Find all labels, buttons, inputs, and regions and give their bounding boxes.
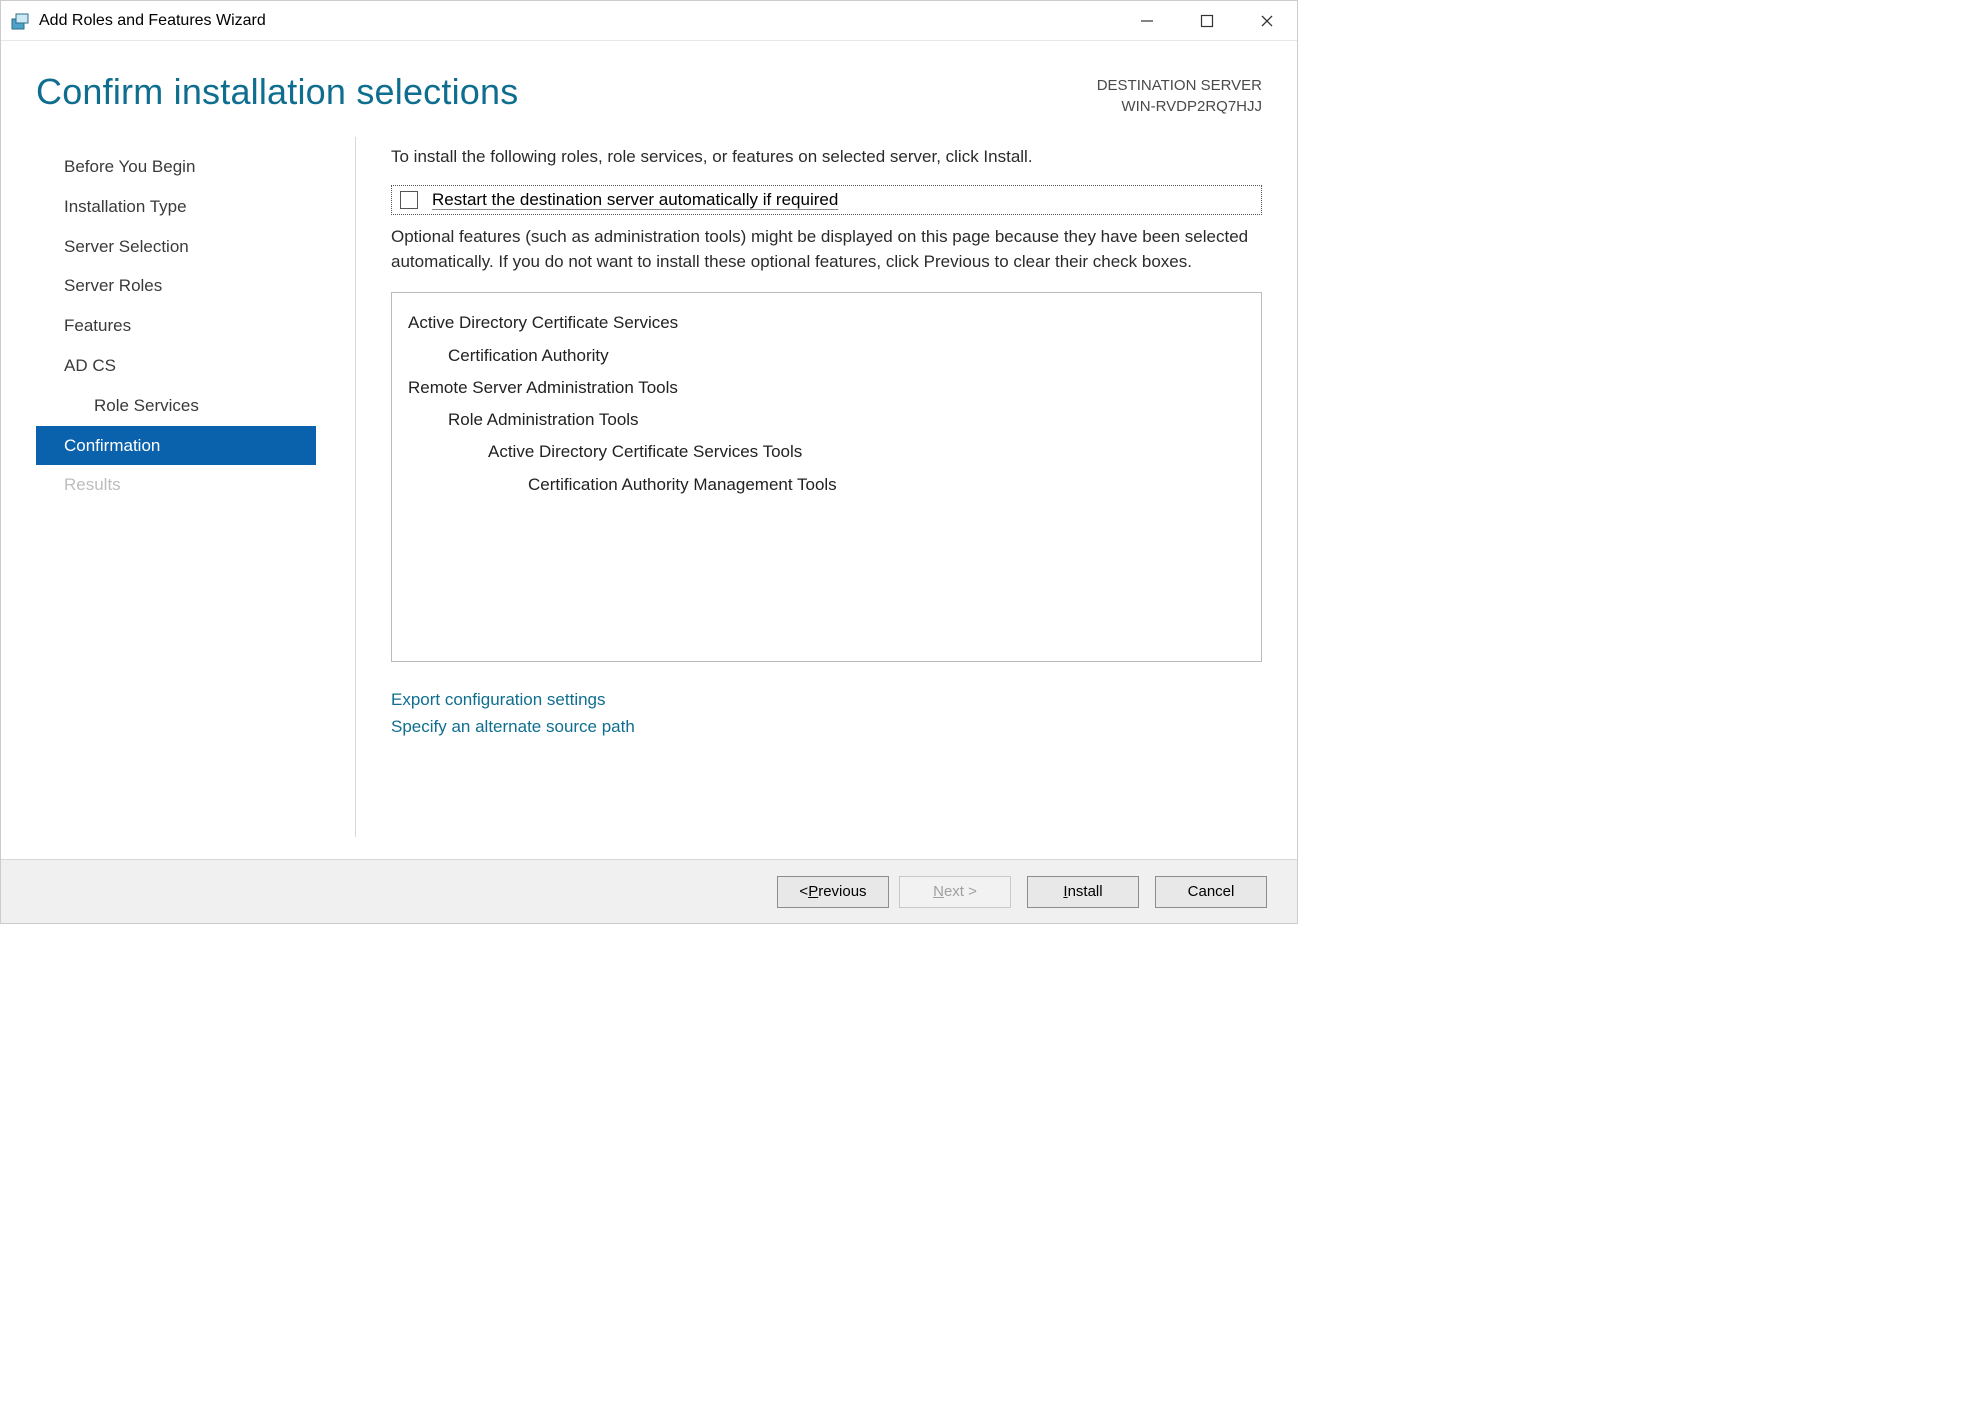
header: Confirm installation selections DESTINAT… — [1, 41, 1297, 137]
restart-checkbox-row[interactable]: Restart the destination server automatic… — [391, 185, 1262, 215]
optional-features-text: Optional features (such as administratio… — [391, 225, 1262, 274]
nav-item-confirmation[interactable]: Confirmation — [36, 426, 316, 466]
nav-item-server-selection[interactable]: Server Selection — [36, 227, 316, 267]
install-button[interactable]: Install — [1027, 876, 1139, 908]
next-button: Next > — [899, 876, 1011, 908]
previous-button[interactable]: < Previous — [777, 876, 889, 908]
page-title: Confirm installation selections — [36, 71, 518, 113]
destination-server-block: DESTINATION SERVER WIN-RVDP2RQ7HJJ — [1097, 71, 1262, 117]
cancel-button[interactable]: Cancel — [1155, 876, 1267, 908]
selection-item[interactable]: Role Administration Tools — [408, 404, 1245, 436]
titlebar: Add Roles and Features Wizard — [1, 1, 1297, 41]
destination-server-label: DESTINATION SERVER — [1097, 75, 1262, 96]
selection-item[interactable]: Active Directory Certificate Services — [408, 307, 1245, 339]
close-button[interactable] — [1237, 1, 1297, 41]
minimize-button[interactable] — [1117, 1, 1177, 41]
alternate-source-link[interactable]: Specify an alternate source path — [391, 713, 1262, 740]
body: Before You BeginInstallation TypeServer … — [1, 137, 1297, 837]
nav-item-role-services[interactable]: Role Services — [36, 386, 316, 426]
destination-server-name: WIN-RVDP2RQ7HJJ — [1097, 96, 1262, 117]
selection-item[interactable]: Remote Server Administration Tools — [408, 372, 1245, 404]
nav-item-results: Results — [36, 465, 316, 505]
app-icon — [11, 11, 31, 31]
nav-item-ad-cs[interactable]: AD CS — [36, 346, 316, 386]
nav-item-installation-type[interactable]: Installation Type — [36, 187, 316, 227]
selection-item[interactable]: Certification Authority Management Tools — [408, 469, 1245, 501]
nav-item-server-roles[interactable]: Server Roles — [36, 266, 316, 306]
footer: < Previous Next > Install Cancel — [1, 859, 1297, 923]
instruction-text: To install the following roles, role ser… — [391, 147, 1262, 167]
links-block: Export configuration settings Specify an… — [391, 686, 1262, 740]
wizard-window: Add Roles and Features Wizard Confirm in… — [1, 1, 1297, 923]
maximize-button[interactable] — [1177, 1, 1237, 41]
nav-item-before-you-begin[interactable]: Before You Begin — [36, 147, 316, 187]
selections-listbox[interactable]: Active Directory Certificate ServicesCer… — [391, 292, 1262, 662]
sidebar: Before You BeginInstallation TypeServer … — [36, 137, 356, 837]
selection-item[interactable]: Active Directory Certificate Services To… — [408, 436, 1245, 468]
selection-item[interactable]: Certification Authority — [408, 340, 1245, 372]
main-panel: To install the following roles, role ser… — [356, 137, 1297, 837]
window-title: Add Roles and Features Wizard — [39, 12, 1117, 30]
restart-checkbox-label: Restart the destination server automatic… — [432, 190, 838, 210]
restart-checkbox[interactable] — [400, 191, 418, 209]
nav-item-features[interactable]: Features — [36, 306, 316, 346]
export-settings-link[interactable]: Export configuration settings — [391, 686, 1262, 713]
